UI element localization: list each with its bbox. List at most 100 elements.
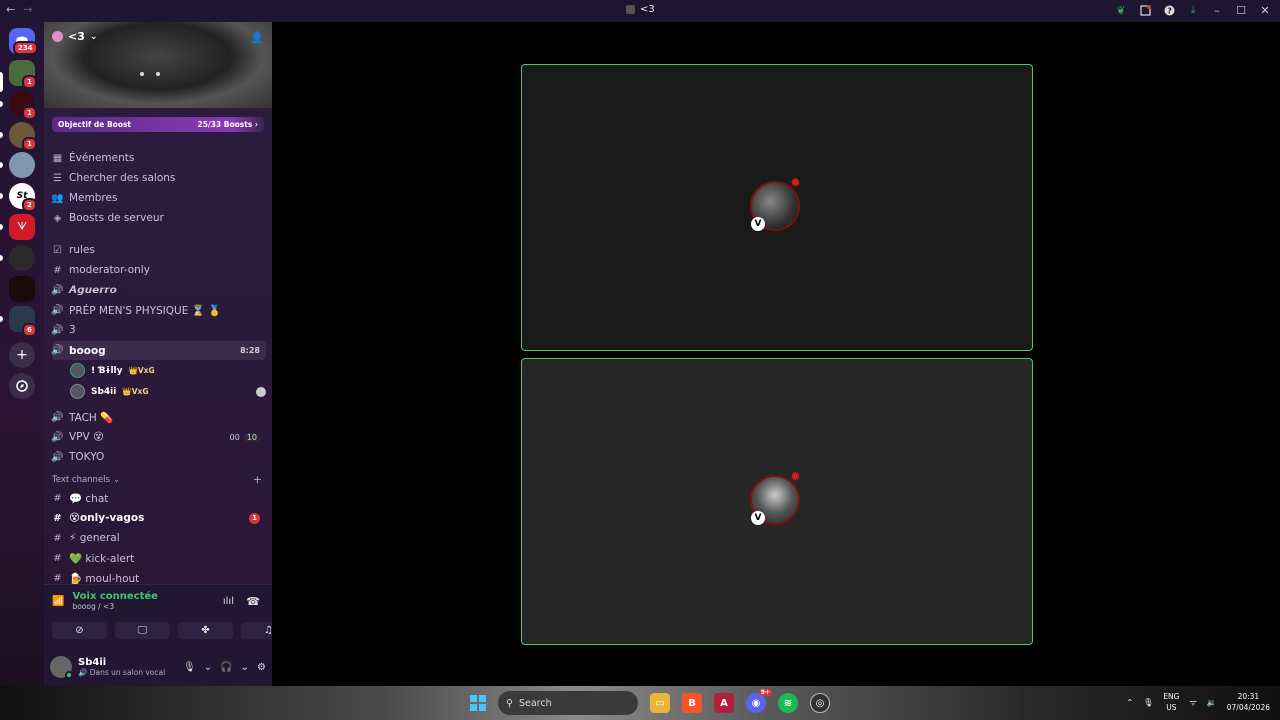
- channel-chat[interactable]: # 💬 chat: [52, 489, 266, 507]
- voice-stage: ✹ V ✹ V: [272, 22, 1280, 686]
- menu-events[interactable]: ▦ Événements: [52, 152, 135, 164]
- forward-arrow-icon[interactable]: →: [23, 3, 32, 16]
- channel-name: rules: [69, 244, 95, 256]
- close-icon[interactable]: ✕: [1258, 3, 1272, 17]
- minimize-icon[interactable]: –: [1210, 3, 1224, 17]
- explore-servers-button[interactable]: [9, 373, 35, 399]
- channel-rules[interactable]: ☑ rules: [52, 241, 266, 259]
- channel-name: 💬 chat: [69, 492, 109, 505]
- disconnect-icon[interactable]: ☎: [246, 595, 260, 608]
- windows-start-icon[interactable]: [470, 695, 486, 711]
- channel-name: PRÉP MEN'S PHYSIQUE ⌛ 🥇: [69, 304, 222, 317]
- user-tag: 👑VxG: [128, 366, 155, 375]
- boost-goal-bar[interactable]: Objectif de Boost 25/33 Boosts ›: [52, 117, 264, 132]
- leaf-icon[interactable]: ❦: [1114, 3, 1128, 17]
- headphones-icon[interactable]: 🎧: [220, 662, 232, 673]
- settings-gear-icon[interactable]: ⚙: [257, 662, 266, 673]
- channel-aguerro[interactable]: 🔊 𝘼𝙜𝙪𝙚𝙧𝙧𝙤: [51, 281, 266, 299]
- channel-only-vagos[interactable]: # 😵only-vagos 1: [52, 509, 266, 527]
- channel-name: 🍺 moul-hout: [69, 572, 140, 585]
- microphone-tray-icon[interactable]: 🎙: [1143, 698, 1153, 707]
- chevron-down-icon: ⌄: [89, 31, 98, 42]
- server-icon-4[interactable]: [9, 152, 35, 178]
- signal-icon: 📶: [52, 595, 65, 607]
- voice-duration: 8:28: [240, 346, 260, 355]
- menu-browse-channels[interactable]: ☰ Chercher des salons: [52, 172, 175, 184]
- server-badge-5: 6: [22, 323, 37, 337]
- server-pip: [0, 255, 3, 261]
- language-indicator[interactable]: ENG US: [1163, 691, 1179, 713]
- brave-browser-icon[interactable]: B: [682, 693, 702, 713]
- server-icon-7[interactable]: [9, 245, 35, 271]
- back-arrow-icon[interactable]: ←: [6, 3, 15, 16]
- invite-people-icon[interactable]: 👤: [250, 31, 264, 44]
- server-icon-6[interactable]: ᗐ: [9, 214, 35, 240]
- channel-name: TOKYO: [69, 451, 105, 463]
- category-text-channels[interactable]: Text channels ⌄: [52, 475, 120, 485]
- voice-icon: 🔊: [51, 411, 64, 423]
- chevron-down-icon[interactable]: ⌄: [204, 662, 212, 673]
- user-panel: Sb4ii 🔊 Dans un salon vocal 🎙 ⌄ 🎧 ⌄ ⚙: [50, 653, 266, 681]
- clock-date: 07/04/2026: [1226, 703, 1270, 712]
- voice-status[interactable]: 📶 Voix connectée booog / <3: [52, 591, 158, 611]
- participant-tile-2[interactable]: ✹ V: [521, 358, 1033, 645]
- server-pip: [0, 101, 3, 107]
- activities-button[interactable]: ✤: [178, 622, 233, 639]
- server-badge-2: 1: [22, 106, 37, 120]
- camera-off-button[interactable]: ⊘: [52, 622, 107, 639]
- channel-name: VPV 😵: [69, 431, 104, 443]
- server-icon-8[interactable]: [9, 276, 35, 302]
- voice-icon: 🔊: [51, 304, 64, 316]
- channel-booog[interactable]: 🔊 booog 8:28: [51, 341, 266, 360]
- download-icon[interactable]: ⤓: [1186, 3, 1200, 17]
- participant-tile-1[interactable]: ✹ V: [521, 64, 1033, 351]
- menu-members[interactable]: 👥 Membres: [51, 192, 118, 204]
- voice-icon: 🔊: [51, 451, 64, 463]
- file-explorer-icon[interactable]: ▭: [650, 693, 670, 713]
- screen-share-button[interactable]: 🖵: [115, 622, 170, 639]
- channel-3[interactable]: 🔊 3: [51, 321, 266, 339]
- chevron-up-icon[interactable]: ⌃: [1126, 698, 1133, 707]
- inbox-icon[interactable]: [1138, 3, 1152, 17]
- menu-members-label: Membres: [69, 192, 118, 204]
- maximize-icon[interactable]: ☐: [1234, 3, 1248, 17]
- wifi-icon[interactable]: ᯤ: [1189, 697, 1196, 708]
- boost-icon: ◈: [53, 212, 62, 224]
- lang-top: ENG: [1163, 692, 1180, 701]
- menu-server-boosts[interactable]: ◈ Boosts de serveur: [52, 212, 164, 224]
- screen-share-icon: 🖵: [137, 625, 148, 636]
- chevron-down-icon[interactable]: ⌄: [241, 662, 249, 673]
- channel-prep-mens-physique[interactable]: 🔊 PRÉP MEN'S PHYSIQUE ⌛ 🥇: [51, 301, 266, 319]
- avatar-decoration-icon: ✹: [790, 470, 801, 485]
- voice-user-sb4ii[interactable]: Sb4ii 👑VxG: [70, 384, 266, 399]
- taskbar-search[interactable]: ⚲ Search: [498, 691, 638, 715]
- voice-location: booog / <3: [72, 602, 115, 611]
- channel-kick-alert[interactable]: # 💚 kick-alert: [52, 549, 266, 567]
- channel-general[interactable]: # ⚡ general: [52, 529, 266, 547]
- channel-vpv[interactable]: 🔊 VPV 😵 00 10: [51, 428, 266, 446]
- help-icon[interactable]: ?: [1162, 3, 1176, 17]
- svg-text:?: ?: [1167, 6, 1172, 15]
- create-channel-icon[interactable]: +: [253, 473, 262, 486]
- voice-user-billy[interactable]: ! Ɓɨlly 👑VxG: [70, 363, 155, 378]
- mic-icon[interactable]: 🎙: [183, 662, 196, 673]
- channel-moderator-only[interactable]: # moderator-only: [52, 261, 266, 279]
- add-server-button[interactable]: +: [9, 342, 35, 368]
- noise-suppression-icon[interactable]: ılıl: [223, 596, 234, 607]
- affinity-icon[interactable]: A: [714, 693, 734, 713]
- channel-tach[interactable]: 🔊 TACH 💊: [51, 408, 266, 426]
- headset-deafened-icon: [256, 386, 266, 397]
- clock[interactable]: 20:31 07/04/2026: [1227, 691, 1270, 713]
- volume-icon[interactable]: 🔉: [1207, 698, 1217, 707]
- status-dot: [65, 671, 73, 679]
- hash-icon: #: [53, 264, 62, 276]
- channel-tokyo[interactable]: 🔊 TOKYO: [51, 448, 266, 466]
- server-pip: [0, 316, 3, 322]
- spotify-icon[interactable]: ≋: [778, 693, 798, 713]
- obs-icon[interactable]: ◎: [810, 693, 830, 713]
- server-header[interactable]: <3 ⌄: [52, 30, 97, 43]
- hash-icon: #: [53, 532, 62, 544]
- discord-taskbar-icon[interactable]: ◉ 9+: [746, 689, 772, 713]
- menu-events-label: Événements: [69, 152, 135, 164]
- avatar[interactable]: [50, 656, 73, 679]
